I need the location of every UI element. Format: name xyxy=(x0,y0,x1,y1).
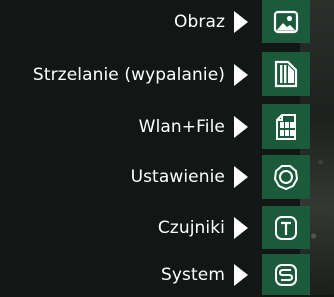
pointer-arrow-icon xyxy=(234,166,248,188)
menu-item-label: Czujniki xyxy=(157,218,225,238)
burn-icon xyxy=(274,60,298,88)
system-icon xyxy=(275,263,297,286)
pointer-arrow-icon xyxy=(234,11,248,33)
menu-item-label: Ustawienie xyxy=(130,167,225,187)
settings-icon-tile[interactable] xyxy=(262,155,310,199)
menu-item-label: Strzelanie (wypalanie) xyxy=(32,65,225,85)
pointer-arrow-icon xyxy=(234,116,248,138)
image-icon xyxy=(273,10,299,33)
side-menu: Obraz Strzelanie (wypalanie) Wlan+File U… xyxy=(0,0,334,295)
wlan-file-icon-tile[interactable] xyxy=(262,104,310,149)
image-icon-tile[interactable] xyxy=(262,0,310,43)
pointer-arrow-icon xyxy=(234,64,248,86)
menu-item-label: System xyxy=(161,265,225,285)
pointer-arrow-icon xyxy=(234,217,248,239)
wlan-file-icon xyxy=(276,113,296,140)
menu-item-label: Obraz xyxy=(173,12,225,32)
system-icon-tile[interactable] xyxy=(262,254,310,295)
burn-icon-tile[interactable] xyxy=(262,52,310,96)
settings-gear-icon xyxy=(273,165,299,190)
pointer-arrow-icon xyxy=(234,264,248,286)
sensors-icon xyxy=(275,215,297,240)
menu-item-label: Wlan+File xyxy=(138,117,225,137)
sensors-icon-tile[interactable] xyxy=(262,206,310,249)
